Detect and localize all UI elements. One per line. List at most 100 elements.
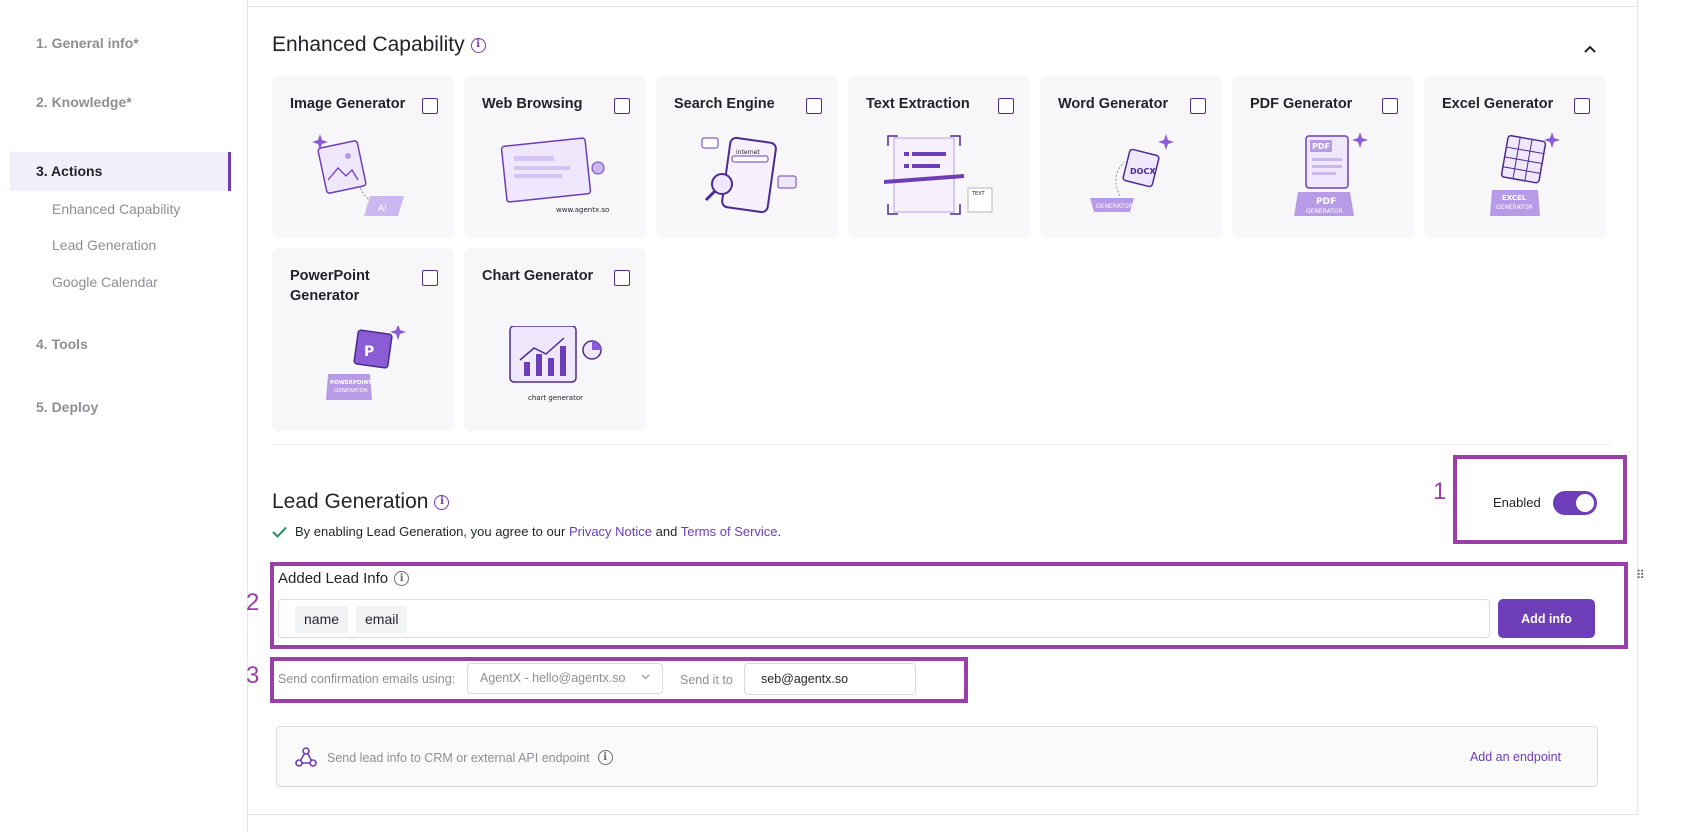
consent-and-text: and: [655, 524, 678, 539]
info-icon[interactable]: i: [394, 571, 410, 586]
nav-step-tools[interactable]: 4. Tools: [36, 336, 88, 352]
capability-checkbox[interactable]: [998, 98, 1014, 114]
chevron-up-icon[interactable]: [1579, 38, 1601, 60]
illustration-text: www.agentx.so: [556, 206, 609, 214]
capability-label: Excel Generator: [1442, 96, 1554, 112]
capability-card-pdf-generator[interactable]: PDF Generator PDF PDF GENERATOR: [1232, 76, 1414, 238]
capability-card-image-generator[interactable]: Image Generator AI: [272, 76, 454, 238]
capability-checkbox[interactable]: [1382, 98, 1398, 114]
capability-label: Chart Generator: [482, 268, 594, 284]
illustration-text: GENERATOR: [1096, 203, 1133, 210]
capability-checkbox[interactable]: [422, 98, 438, 114]
illustration-text: POWERPOINT: [330, 380, 372, 386]
endpoint-description: Send lead info to CRM or external API en…: [327, 750, 613, 765]
info-icon[interactable]: i: [434, 494, 450, 510]
lead-info-tags-field[interactable]: name email: [278, 599, 1490, 638]
sender-email-value: AgentX - hello@agentx.so: [480, 671, 626, 685]
send-to-label: Send it to: [680, 673, 733, 687]
svg-text:P: P: [364, 344, 374, 360]
consent-period: .: [777, 524, 782, 539]
capability-checkbox[interactable]: [1574, 98, 1590, 114]
chart-generator-illustration: chart generator: [509, 326, 602, 402]
info-icon[interactable]: i: [597, 750, 613, 765]
capability-label: PowerPoint Generator: [290, 268, 370, 304]
web-browsing-illustration: www.agentx.so: [500, 137, 609, 214]
capability-card-web-browsing[interactable]: Web Browsing www.agentx.so: [464, 76, 646, 238]
annotation-number: 3: [246, 662, 260, 689]
excel-generator-illustration: EXCEL GENERATOR: [1490, 132, 1560, 216]
capability-card-text-extraction[interactable]: Text Extraction TEXT: [848, 76, 1030, 238]
main-content: Enhanced Capability i Image Generator AI…: [246, 0, 1638, 815]
illustration-text: internet: [736, 149, 760, 156]
enhanced-capability-heading: Enhanced Capability i: [272, 33, 486, 57]
nav-step-knowledge[interactable]: 2. Knowledge*: [36, 94, 132, 110]
added-lead-info-label: Added Lead Info: [278, 570, 389, 587]
nav-sub-enhanced-capability[interactable]: Enhanced Capability: [52, 201, 180, 217]
sender-email-select[interactable]: AgentX - hello@agentx.so: [467, 663, 663, 694]
capability-card-chart-generator[interactable]: Chart Generator chart generator: [464, 248, 646, 431]
added-lead-info-heading: Added Lead Info i: [278, 570, 410, 587]
nav-sub-google-calendar[interactable]: Google Calendar: [52, 274, 158, 290]
capability-label: PDF Generator: [1250, 96, 1353, 112]
consent-text: By enabling Lead Generation, you agree t…: [295, 524, 566, 539]
capability-checkbox[interactable]: [614, 270, 630, 286]
text-extraction-illustration: TEXT: [884, 135, 993, 215]
drag-handle-icon[interactable]: ⠿: [1636, 568, 1645, 582]
enabled-label: Enabled: [1493, 495, 1541, 510]
webhook-icon: [295, 747, 317, 767]
privacy-notice-link[interactable]: Privacy Notice: [569, 524, 652, 539]
powerpoint-generator-illustration: P POWERPOINT GENERATOR: [326, 326, 406, 400]
sidebar: 1. General info* 2. Knowledge* 3. Action…: [0, 0, 248, 832]
word-generator-illustration: GENERATOR DOCX: [1090, 134, 1174, 212]
illustration-text: DOCX: [1130, 167, 1156, 176]
capability-label: Text Extraction: [866, 96, 970, 112]
nav-step-deploy[interactable]: 5. Deploy: [36, 399, 98, 415]
illustration-text: chart generator: [528, 394, 583, 402]
enhanced-capability-title: Enhanced Capability: [272, 33, 465, 56]
send-to-email-input[interactable]: [744, 663, 916, 695]
illustration-text: EXCEL: [1502, 194, 1527, 202]
lead-consent-notice: By enabling Lead Generation, you agree t…: [272, 524, 781, 539]
illustration-text: TEXT: [971, 191, 986, 197]
svg-text:AI: AI: [378, 204, 387, 214]
lead-tag-email[interactable]: email: [356, 606, 408, 633]
confirmation-email-label: Send confirmation emails using:: [278, 672, 456, 686]
illustration-text: PDF: [1316, 197, 1336, 207]
endpoint-text: Send lead info to CRM or external API en…: [327, 750, 590, 765]
add-endpoint-link[interactable]: Add an endpoint: [1470, 750, 1561, 764]
section-divider: [272, 444, 1610, 445]
lead-generation-toggle[interactable]: [1553, 491, 1597, 515]
capability-card-excel-generator[interactable]: Excel Generator EXCEL GENERATOR: [1424, 76, 1606, 238]
lead-generation-title: Lead Generation: [272, 490, 429, 513]
capability-card-word-generator[interactable]: Word Generator GENERATOR DOCX: [1040, 76, 1222, 238]
capability-label: Word Generator: [1058, 96, 1169, 112]
illustration-text: GENERATOR: [334, 388, 368, 394]
capability-checkbox[interactable]: [614, 98, 630, 114]
checkmark-icon: [272, 526, 287, 538]
terms-of-service-link[interactable]: Terms of Service: [681, 524, 778, 539]
lead-tag-name[interactable]: name: [295, 606, 349, 633]
search-engine-illustration: internet: [701, 136, 797, 214]
crm-endpoint-panel: Send lead info to CRM or external API en…: [276, 726, 1598, 787]
illustration-text: GENERATOR: [1306, 208, 1343, 215]
capability-label: Web Browsing: [482, 96, 583, 112]
capability-checkbox[interactable]: [806, 98, 822, 114]
image-generator-illustration: AI: [312, 134, 404, 216]
nav-sub-lead-generation[interactable]: Lead Generation: [52, 237, 156, 253]
nav-step-general-info[interactable]: 1. General info*: [36, 35, 139, 51]
capability-checkbox[interactable]: [1190, 98, 1206, 114]
info-icon[interactable]: i: [470, 37, 486, 53]
illustration-text: PDF: [1312, 142, 1330, 151]
capability-card-search-engine[interactable]: Search Engine internet: [656, 76, 838, 238]
illustration-text: GENERATOR: [1496, 204, 1533, 211]
capability-checkbox[interactable]: [422, 270, 438, 286]
nav-step-actions[interactable]: 3. Actions: [36, 163, 102, 179]
pdf-generator-illustration: PDF PDF GENERATOR: [1294, 132, 1368, 216]
chevron-down-icon: [641, 674, 650, 680]
lead-generation-heading: Lead Generation i: [272, 490, 450, 514]
capability-label: Image Generator: [290, 96, 406, 112]
toggle-knob: [1576, 494, 1594, 512]
capability-card-powerpoint-generator[interactable]: PowerPoint Generator P POWERPOINT GENERA…: [272, 248, 454, 431]
annotation-number: 1: [1433, 478, 1447, 505]
add-info-button[interactable]: Add info: [1498, 599, 1595, 638]
